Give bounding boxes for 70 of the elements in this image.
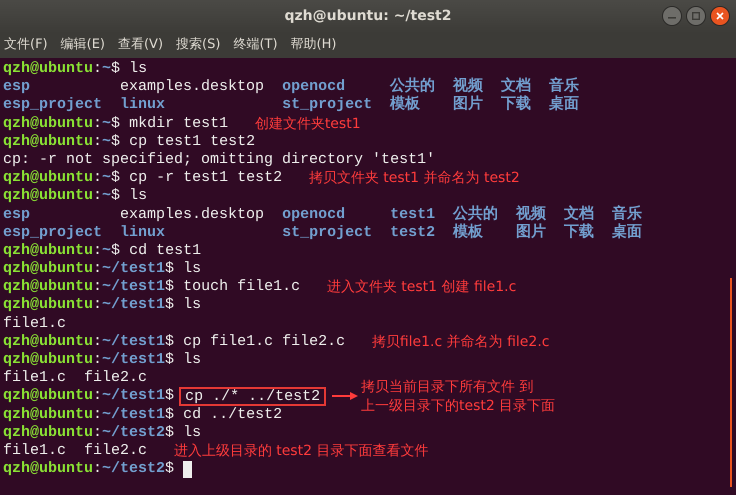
directory-name: 视频 bbox=[453, 78, 484, 96]
annotation-text: 拷贝当前目录下所有文件 到 bbox=[361, 378, 534, 398]
directory-name: 文档 bbox=[501, 78, 532, 96]
command-line: qzh@ubuntu:~/test1$ ls bbox=[3, 260, 202, 278]
directory-name: 下载 bbox=[501, 96, 532, 115]
output-text: file1.c bbox=[3, 314, 66, 333]
annotation-text: 进入文件夹 test1 创建 file1.c bbox=[326, 278, 516, 296]
command-line: qzh@ubuntu:~$ mkdir test1 bbox=[3, 114, 228, 133]
directory-name: esp_project bbox=[3, 96, 102, 115]
directory-name: 视频 bbox=[516, 206, 546, 223]
directory-name: openocd bbox=[282, 78, 346, 96]
command-line: qzh@ubuntu:~/test1$ cp file1.c file2.c bbox=[3, 332, 346, 352]
directory-name: esp bbox=[3, 78, 32, 96]
directory-name: 公共的 bbox=[390, 78, 436, 96]
menu-item[interactable]: 文件(F) bbox=[4, 35, 48, 55]
directory-name: linux bbox=[120, 224, 166, 242]
directory-name: 音乐 bbox=[612, 206, 642, 223]
command-line: qzh@ubuntu:~/test2$ bbox=[3, 460, 176, 478]
directory-name: 图片 bbox=[453, 96, 484, 115]
directory-name: 桌面 bbox=[549, 96, 580, 115]
menu-item[interactable]: 编辑(E) bbox=[60, 35, 105, 55]
directory-name: openocd bbox=[282, 206, 346, 224]
file-name: examples.desktop bbox=[120, 78, 264, 96]
highlighted-command: cp ./* ../test2 bbox=[179, 386, 326, 406]
directory-name: linux bbox=[120, 96, 166, 115]
menu-item[interactable]: 帮助(H) bbox=[290, 35, 336, 55]
directory-name: 图片 bbox=[516, 224, 546, 242]
directory-name: esp_project bbox=[3, 224, 102, 242]
output-text: file1.c file2.c bbox=[3, 369, 148, 388]
command-line: qzh@ubuntu:~/test2$ ls bbox=[3, 424, 202, 442]
directory-name: 下载 bbox=[564, 224, 594, 242]
command-line: qzh@ubuntu:~$ ls bbox=[3, 187, 148, 206]
annotation-text: 拷贝文件夹 test1 并命名为 test2 bbox=[308, 169, 520, 188]
directory-name: 模板 bbox=[453, 224, 484, 242]
directory-name: 公共的 bbox=[453, 206, 498, 224]
annotation-text: 拷贝file1.c 并命名为 file2.c bbox=[372, 332, 550, 352]
directory-name: test2 bbox=[390, 224, 436, 242]
maximize-icon bbox=[692, 12, 700, 20]
close-icon bbox=[716, 12, 724, 20]
window-title: qzh@ubuntu: ~/test2 bbox=[284, 6, 452, 26]
directory-name: st_project bbox=[282, 224, 372, 242]
menu-item[interactable]: 终端(T) bbox=[233, 35, 278, 55]
command-line: qzh@ubuntu:~/test1$ touch file1.c bbox=[3, 278, 300, 296]
annotation-text: 进入上级目录的 test2 目录下面查看文件 bbox=[174, 442, 428, 460]
output-text: file1.c file2.c bbox=[3, 442, 148, 460]
file-name: examples.desktop bbox=[120, 206, 264, 224]
output-text: cp: -r not specified; omitting directory 'test1' bbox=[3, 150, 436, 170]
close-button[interactable] bbox=[710, 6, 730, 26]
annotation-text: 创建文件夹test1 bbox=[254, 114, 361, 133]
directory-name: st_project bbox=[282, 96, 372, 115]
directory-name: 音乐 bbox=[549, 78, 580, 96]
directory-name: test1 bbox=[390, 206, 436, 224]
scrollbar-thumb[interactable] bbox=[730, 278, 732, 487]
command-line: qzh@ubuntu:~$ cp test1 test2 bbox=[3, 132, 256, 151]
arrow-icon bbox=[332, 392, 358, 400]
command-line: qzh@ubuntu:~$ cd test1 bbox=[3, 242, 202, 260]
directory-name: esp bbox=[3, 206, 32, 224]
command-line: qzh@ubuntu:~/test1$ ls bbox=[3, 296, 202, 315]
command-line: qzh@ubuntu:~$ ls bbox=[3, 60, 148, 78]
directory-name: 桌面 bbox=[612, 224, 642, 242]
menu-item[interactable]: 查看(V) bbox=[118, 35, 164, 55]
directory-name: 模板 bbox=[390, 96, 422, 115]
command-line: qzh@ubuntu:~$ cp -r test1 test2 bbox=[3, 169, 282, 188]
annotation-text: 上一级目录下的test2 目录下面 bbox=[361, 397, 556, 416]
menu-item[interactable]: 搜索(S) bbox=[176, 35, 220, 55]
minimize-button[interactable] bbox=[662, 6, 682, 26]
command-line: qzh@ubuntu:~/test1$ cd ../test2 bbox=[3, 406, 282, 424]
directory-name: 文档 bbox=[564, 206, 594, 223]
command-line: qzh@ubuntu:~/test1$ bbox=[3, 387, 176, 406]
command-line: qzh@ubuntu:~/test1$ ls bbox=[3, 351, 202, 370]
